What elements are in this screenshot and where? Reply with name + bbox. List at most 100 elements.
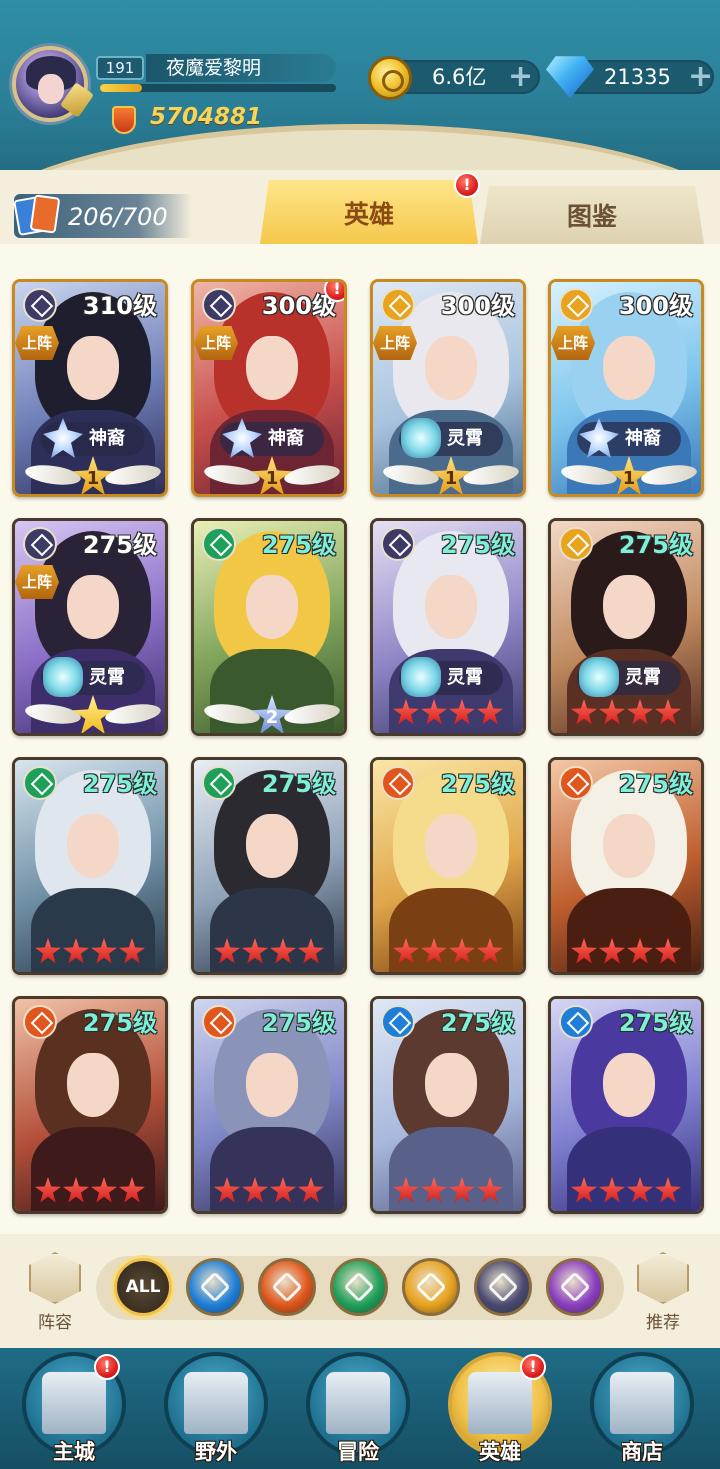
- red-star-icon: [655, 938, 681, 964]
- hero-level: 300级: [440, 292, 515, 320]
- hero-card[interactable]: 275级: [12, 757, 168, 975]
- hero-stars: [551, 1177, 701, 1207]
- hero-level: 275级: [440, 1009, 515, 1037]
- filter-all-button[interactable]: ALL: [114, 1258, 172, 1316]
- hero-card[interactable]: 275级: [548, 996, 704, 1214]
- gold-amount: 6.6亿: [432, 65, 487, 89]
- water-element-icon: [559, 1005, 593, 1039]
- hero-face: [425, 336, 477, 400]
- nav-label: 英雄: [479, 1440, 521, 1464]
- nav-alert-icon: !: [94, 1354, 120, 1380]
- rank-label: 神裔: [89, 428, 125, 449]
- helmet-icon: [468, 1372, 532, 1434]
- tab-heroes[interactable]: 英雄: [260, 180, 478, 244]
- hero-card[interactable]: 300级 上阵 灵霄 1: [370, 279, 526, 497]
- add-gems-button[interactable]: +: [688, 62, 713, 92]
- hero-level: 300级: [618, 292, 693, 320]
- filter-fire-element-button[interactable]: [258, 1258, 316, 1316]
- player-avatar[interactable]: [12, 46, 95, 122]
- dark-element-icon: [23, 288, 57, 322]
- nav-label: 主城: [53, 1440, 95, 1464]
- deployed-badge: 上阵: [15, 326, 59, 360]
- rank-badge: 灵霄: [577, 657, 681, 697]
- red-star-icon: [35, 938, 61, 964]
- red-star-icon: [571, 699, 597, 725]
- hero-card[interactable]: 275级: [370, 757, 526, 975]
- hero-face: [425, 575, 477, 639]
- hero-stars: [15, 1177, 165, 1207]
- light-element-icon: [559, 288, 593, 322]
- left-wing-icon: [203, 462, 261, 488]
- hero-card[interactable]: 275级: [12, 996, 168, 1214]
- filter-wind-element-button[interactable]: [330, 1258, 388, 1316]
- add-gold-button[interactable]: +: [508, 62, 533, 92]
- rank-emblem-icon: [401, 418, 441, 458]
- filter-dark-element-button[interactable]: [474, 1258, 532, 1316]
- rank-emblem-icon: [222, 418, 262, 458]
- deployed-badge: 上阵: [551, 326, 595, 360]
- red-star-icon: [627, 938, 653, 964]
- nav-item[interactable]: 商店: [586, 1352, 698, 1466]
- hero-stars: [551, 699, 701, 729]
- hero-face: [603, 814, 655, 878]
- rank-badge: 灵霄: [41, 657, 145, 697]
- hero-card[interactable]: 275级: [548, 757, 704, 975]
- hero-face: [425, 1053, 477, 1117]
- nav-label: 野外: [195, 1440, 237, 1464]
- red-star-icon: [477, 699, 503, 725]
- hero-level: 275级: [261, 531, 336, 559]
- player-name: 夜魔爱黎明: [146, 54, 336, 82]
- hero-face: [603, 575, 655, 639]
- nav-item[interactable]: 英雄!: [444, 1352, 556, 1466]
- rank-label: 灵霄: [447, 428, 483, 449]
- filter-light-element-button[interactable]: [402, 1258, 460, 1316]
- hero-card[interactable]: 275级 上阵 灵霄: [12, 518, 168, 736]
- hero-level: 275级: [261, 770, 336, 798]
- portal-icon: [184, 1372, 248, 1434]
- red-star-icon: [298, 1177, 324, 1203]
- filter-void-element-button[interactable]: [546, 1258, 604, 1316]
- filter-water-element-button[interactable]: [186, 1258, 244, 1316]
- red-star-icon: [119, 1177, 145, 1203]
- nav-item[interactable]: 冒险: [302, 1352, 414, 1466]
- hero-face: [246, 1053, 298, 1117]
- gold-coin-icon: [368, 56, 412, 100]
- lineup-icon: [29, 1252, 81, 1304]
- rank-emblem-icon: [579, 418, 619, 458]
- hero-card[interactable]: 275级 2: [191, 518, 347, 736]
- hero-stars: [551, 938, 701, 968]
- hero-card[interactable]: 275级 灵霄: [548, 518, 704, 736]
- wind-element-icon: [202, 527, 236, 561]
- hero-card[interactable]: 275级 灵霄: [370, 518, 526, 736]
- hero-alert-icon: !: [324, 282, 344, 302]
- red-star-icon: [393, 1177, 419, 1203]
- hero-card[interactable]: 275级: [191, 996, 347, 1214]
- hero-level: 275级: [618, 531, 693, 559]
- hero-card[interactable]: 300级 上阵 神裔 1 !: [191, 279, 347, 497]
- red-star-icon: [298, 938, 324, 964]
- nav-item[interactable]: 主城!: [18, 1352, 130, 1466]
- red-star-icon: [63, 938, 89, 964]
- recommend-button[interactable]: 推荐: [628, 1252, 698, 1342]
- hero-card[interactable]: 275级: [191, 757, 347, 975]
- dark-element-icon: [23, 527, 57, 561]
- red-star-icon: [599, 938, 625, 964]
- hero-face: [67, 336, 119, 400]
- rank-label: 灵霄: [447, 667, 483, 688]
- hero-card[interactable]: 310级 上阵 神裔 1: [12, 279, 168, 497]
- hero-card[interactable]: 300级 上阵 神裔 1: [548, 279, 704, 497]
- awakening-wings: [24, 695, 162, 733]
- tab-codex[interactable]: 图鉴: [480, 186, 704, 244]
- sword-icon: [326, 1372, 390, 1434]
- deployed-badge: 上阵: [373, 326, 417, 360]
- lineup-button[interactable]: 阵容: [20, 1252, 90, 1342]
- hero-count: 206/700: [68, 203, 168, 231]
- left-wing-icon: [203, 701, 261, 727]
- water-element-icon: [381, 1005, 415, 1039]
- hero-level: 275级: [82, 770, 157, 798]
- hero-card[interactable]: 275级: [370, 996, 526, 1214]
- hero-level: 275级: [261, 1009, 336, 1037]
- hero-face: [246, 814, 298, 878]
- nav-item[interactable]: 野外: [160, 1352, 272, 1466]
- hero-face: [246, 336, 298, 400]
